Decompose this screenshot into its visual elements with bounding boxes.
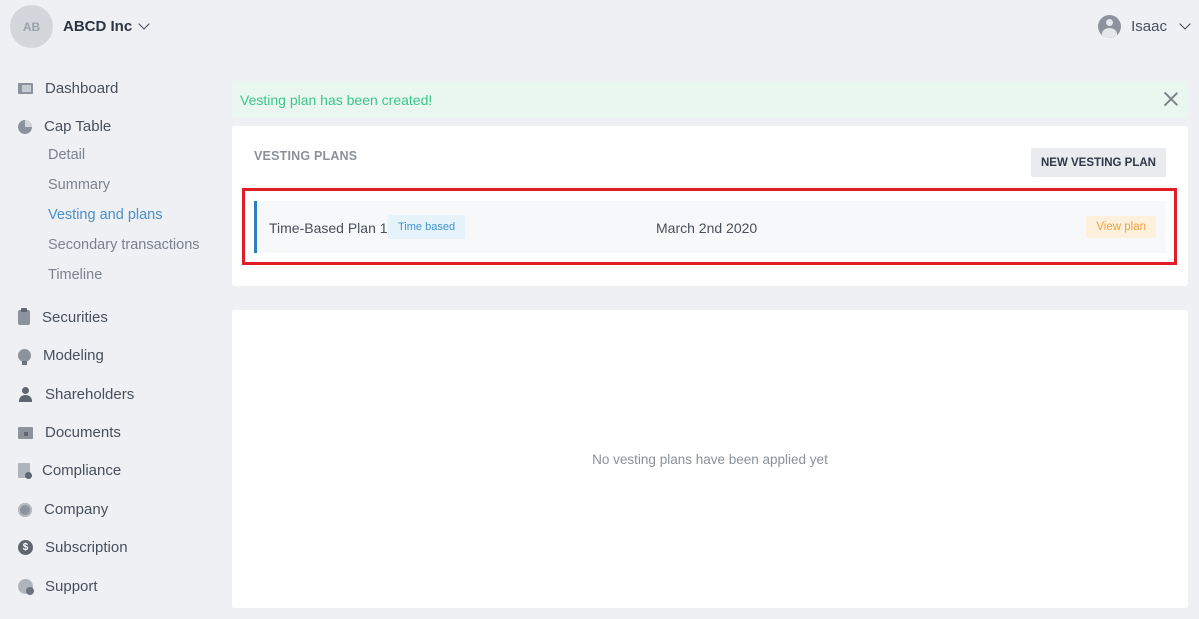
sidebar-item-label: Documents bbox=[45, 424, 121, 441]
org-avatar[interactable]: AB bbox=[10, 5, 53, 48]
sidebar-subitem-detail[interactable]: Detail bbox=[48, 147, 85, 163]
plan-type-badge: Time based bbox=[388, 215, 466, 239]
alert-message: Vesting plan has been created! bbox=[240, 91, 433, 108]
app-page: AB ABCD Inc Isaac Dashboard Cap Table De… bbox=[0, 0, 1199, 619]
clipboard-icon bbox=[18, 308, 30, 325]
vesting-plans-card: VESTING PLANS NEW VESTING PLAN Time-Base… bbox=[232, 126, 1188, 286]
sidebar-item-support[interactable]: Support bbox=[18, 578, 98, 595]
chevron-down-icon bbox=[138, 18, 150, 30]
plan-name: Time-Based Plan 1 bbox=[269, 220, 388, 236]
pie-chart-icon bbox=[18, 119, 32, 134]
org-name: ABCD Inc bbox=[63, 18, 133, 35]
sidebar-subitem-timeline[interactable]: Timeline bbox=[48, 267, 102, 283]
sidebar-item-label: Dashboard bbox=[45, 80, 119, 97]
sidebar-subitem-secondary-transactions[interactable]: Secondary transactions bbox=[48, 237, 200, 253]
user-name: Isaac bbox=[1131, 18, 1167, 35]
success-alert: Vesting plan has been created! bbox=[232, 81, 1188, 118]
org-switcher[interactable]: ABCD Inc bbox=[63, 18, 150, 35]
user-avatar-icon bbox=[1098, 15, 1122, 38]
dashboard-icon bbox=[18, 83, 33, 94]
folder-icon bbox=[18, 426, 33, 439]
close-icon[interactable] bbox=[1164, 92, 1178, 106]
dollar-icon: $ bbox=[18, 540, 33, 555]
sidebar-subitem-vesting-and-plans[interactable]: Vesting and plans bbox=[48, 207, 162, 223]
sidebar-item-label: Cap Table bbox=[44, 118, 112, 135]
sidebar-item-shareholders[interactable]: Shareholders bbox=[18, 386, 134, 403]
sidebar-item-label: Subscription bbox=[45, 539, 128, 556]
sidebar-item-modeling[interactable]: Modeling bbox=[18, 347, 104, 365]
help-icon bbox=[18, 579, 34, 595]
sidebar-item-label: Compliance bbox=[42, 462, 122, 479]
sidebar-item-dashboard[interactable]: Dashboard bbox=[18, 80, 118, 97]
sidebar-item-label: Company bbox=[44, 501, 109, 518]
applied-plans-card: No vesting plans have been applied yet bbox=[232, 310, 1188, 608]
chevron-down-icon bbox=[1179, 18, 1191, 30]
sidebar-item-cap-table[interactable]: Cap Table bbox=[18, 118, 111, 135]
sidebar-item-company[interactable]: Company bbox=[18, 501, 108, 518]
sidebar-item-label: Modeling bbox=[43, 347, 104, 364]
table-row[interactable]: Time-Based Plan 1 Time based March 2nd 2… bbox=[254, 201, 1166, 253]
sidebar-item-securities[interactable]: Securities bbox=[18, 308, 108, 326]
sidebar-item-label: Support bbox=[45, 578, 98, 595]
plan-date: March 2nd 2020 bbox=[656, 220, 758, 236]
sidebar-item-label: Securities bbox=[42, 309, 108, 326]
sidebar-item-label: Shareholders bbox=[45, 386, 135, 403]
lightbulb-icon bbox=[18, 349, 31, 365]
sidebar-item-documents[interactable]: Documents bbox=[18, 424, 121, 441]
sidebar-subitem-summary[interactable]: Summary bbox=[48, 177, 110, 193]
empty-state-message: No vesting plans have been applied yet bbox=[592, 452, 828, 467]
view-plan-button[interactable]: View plan bbox=[1086, 216, 1156, 238]
top-header: AB ABCD Inc Isaac bbox=[0, 0, 1199, 56]
sidebar-item-compliance[interactable]: Compliance bbox=[18, 462, 121, 479]
person-icon bbox=[18, 387, 33, 402]
section-title: VESTING PLANS bbox=[254, 149, 358, 163]
user-menu[interactable]: Isaac bbox=[1098, 15, 1191, 38]
gear-icon bbox=[18, 502, 32, 517]
new-vesting-plan-button[interactable]: NEW VESTING PLAN bbox=[1031, 148, 1166, 177]
document-check-icon bbox=[18, 463, 32, 479]
sidebar-item-subscription[interactable]: $ Subscription bbox=[18, 539, 128, 556]
